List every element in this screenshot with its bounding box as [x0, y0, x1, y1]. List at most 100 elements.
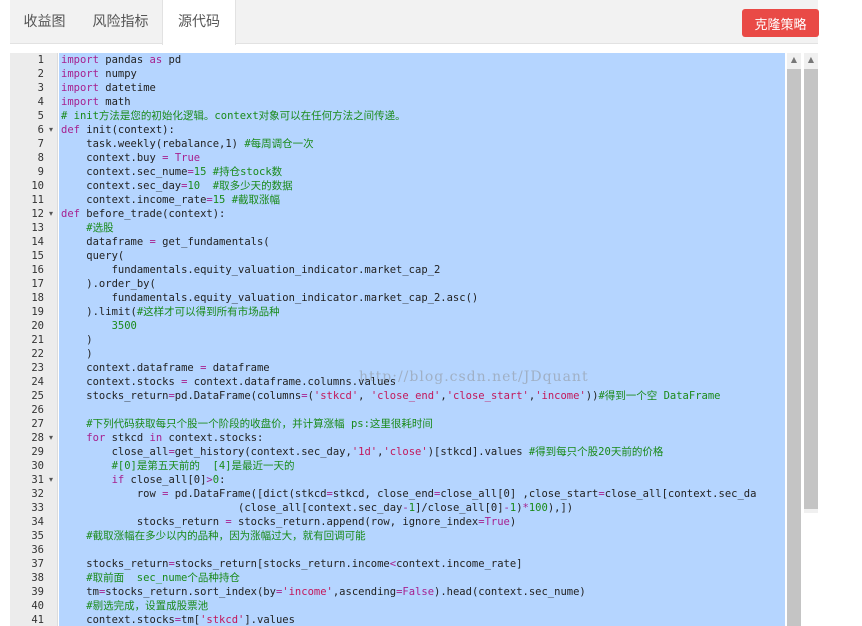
line-number: 8 [37, 152, 44, 164]
code-token: , [358, 390, 371, 402]
line-number: 18 [31, 292, 44, 304]
line-number: 25 [31, 390, 44, 402]
code-token: True [174, 152, 201, 164]
line-number: 5 [37, 110, 44, 122]
line-number: 35 [31, 530, 44, 542]
line-number: 24 [31, 376, 44, 388]
code-token: stkcd, close_end [332, 488, 435, 500]
code-token: task.weekly(rebalance,1) [61, 138, 245, 150]
code-token: in [149, 432, 163, 444]
line-number: 38 [31, 572, 44, 584]
code-scrollbar[interactable]: ▲ [787, 53, 801, 626]
code-token: math [98, 96, 131, 108]
code-token: ) [61, 348, 93, 360]
line-number: 22 [31, 348, 44, 360]
code-token: for [86, 432, 106, 444]
code-token: get_history(context.sec_day, [174, 446, 352, 458]
code-token: def [61, 124, 80, 136]
code-line: (close_all[context.sec_day-1]/close_all[… [61, 501, 573, 515]
code-line: #[0]是第五天前的 [4]是最近一天的 [61, 459, 295, 473]
clone-strategy-button[interactable]: 克隆策略 [742, 9, 819, 37]
code-line: import pandas as pd [61, 53, 181, 67]
code-token: datetime [98, 82, 156, 94]
code-token: as [149, 54, 163, 66]
code-token: import [61, 54, 99, 66]
tab-returns-chart[interactable]: 收益图 [10, 0, 79, 44]
code-content[interactable]: http://blog.csdn.net/JDquant import pand… [59, 53, 785, 626]
code-token: before_trade(context): [79, 208, 226, 220]
caret-down-icon[interactable]: ▾ [46, 207, 56, 221]
scroll-up-arrow-icon[interactable]: ▲ [806, 55, 816, 65]
code-token: #得到一个空 DataFrame [598, 390, 721, 402]
scrollbar-thumb[interactable] [787, 69, 801, 626]
code-token: ]/close_all[0] [415, 502, 504, 514]
scrollbar-thumb[interactable] [804, 69, 818, 509]
caret-down-icon[interactable]: ▾ [46, 473, 56, 487]
code-token: #截取涨幅 [231, 194, 281, 206]
code-editor[interactable]: 1 2 3 4 5 6 ▾ 7 8 9 10 11 12 ▾ 13 14 15 16 17 18 19 20 21 22 23 2… [10, 53, 818, 626]
code-line: import datetime [61, 81, 156, 95]
line-number: 10 [31, 180, 44, 192]
line-number: 20 [31, 320, 44, 332]
caret-down-icon[interactable]: ▾ [46, 123, 56, 137]
code-token: 'close_start' [446, 390, 529, 402]
code-line: context.buy = True [61, 151, 200, 165]
scroll-up-arrow-icon[interactable]: ▲ [789, 55, 799, 65]
code-line: query( [61, 249, 124, 263]
code-token: context.dataframe.columns.values [187, 376, 397, 388]
code-token: context.sec_day [61, 180, 182, 192]
code-token: context.buy [61, 152, 163, 164]
code-token: #下列代码获取每只个股一个阶段的收盘价，并计算涨幅 ps:这里很耗时间 [86, 418, 433, 430]
code-line: context.income_rate=15 #截取涨幅 [61, 193, 280, 207]
code-line: row = pd.DataFrame([dict(stkcd=stkcd, cl… [61, 487, 757, 501]
code-line: ).order_by( [61, 277, 156, 291]
code-token: if [111, 474, 125, 486]
caret-down-icon[interactable]: ▾ [46, 431, 56, 445]
code-token: #取前面 sec_nume个品种持仓 [86, 572, 240, 584]
code-token: #取多少天的数据 [212, 180, 293, 192]
tab-source-code[interactable]: 源代码 [162, 0, 236, 45]
code-token: stocks_return [61, 558, 169, 570]
line-number: 37 [31, 558, 44, 570]
code-line: #截取涨幅在多少以内的品种，因为涨幅过大，就有回调可能 [61, 529, 365, 543]
code-token: dataframe [61, 236, 150, 248]
line-number: 34 [31, 516, 44, 528]
code-token: query( [61, 250, 125, 262]
line-number: 36 [31, 544, 44, 556]
code-token: #每周调仓一次 [244, 138, 314, 150]
page-scrollbar[interactable]: ▲ [804, 53, 818, 513]
code-token: 100 [528, 502, 548, 514]
code-token: 'income' [282, 586, 333, 598]
line-number: 39 [31, 586, 44, 598]
code-token: init(context): [79, 124, 175, 136]
code-token: 'stkcd' [313, 390, 359, 402]
code-line: task.weekly(rebalance,1) #每周调仓一次 [61, 137, 314, 151]
code-token: 15 [212, 194, 226, 206]
code-token: stocks_return[stocks_return.income [174, 558, 390, 570]
code-token: get_fundamentals( [155, 236, 270, 248]
code-token: #[0]是第五天前的 [4]是最近一天的 [111, 460, 295, 472]
line-number: 33 [31, 502, 44, 514]
code-token: stocks_return.sort_index(by [105, 586, 276, 598]
code-token: #选股 [86, 222, 114, 234]
tab-risk-metrics[interactable]: 风险指标 [79, 0, 162, 44]
code-line: context.dataframe = dataframe [61, 361, 269, 375]
code-token: 10 [187, 180, 201, 192]
code-token: ),]) [547, 502, 574, 514]
line-number: 29 [31, 446, 44, 458]
code-token: context.sec_nume [61, 166, 188, 178]
code-token: context.stocks [61, 614, 175, 626]
code-token: fundamentals.equity_valuation_indicator.… [61, 264, 441, 276]
code-token: )[stkcd].values [427, 446, 529, 458]
code-token: #持仓stock数 [212, 166, 283, 178]
code-token: 'income' [535, 390, 586, 402]
line-number: 9 [37, 166, 44, 178]
line-number: 21 [31, 334, 44, 346]
code-line: ).limit(#这样才可以得到所有市场品种 [61, 305, 279, 319]
line-number-gutter: 1 2 3 4 5 6 ▾ 7 8 9 10 11 12 ▾ 13 14 15 16 17 18 19 20 21 22 23 2… [10, 53, 58, 626]
